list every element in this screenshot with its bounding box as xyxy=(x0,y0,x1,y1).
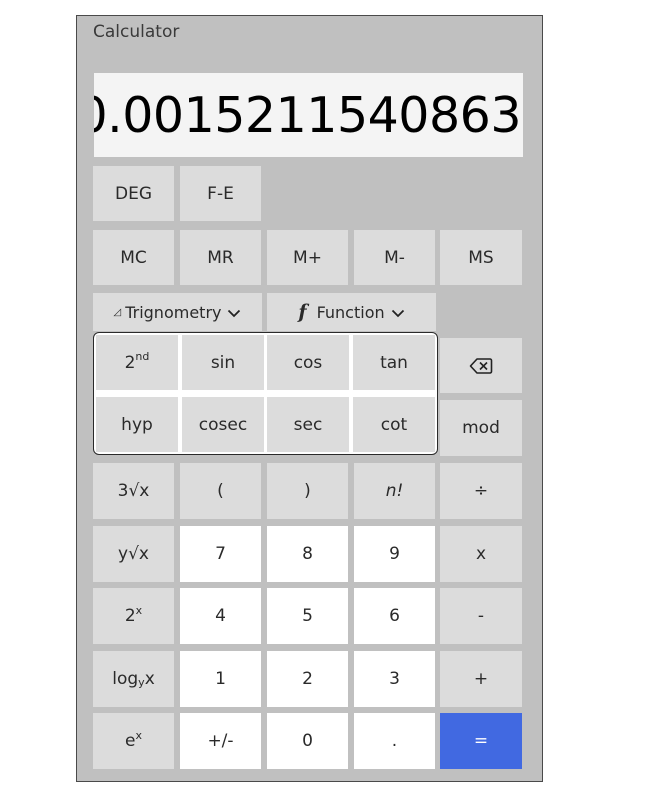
memory-recall-button[interactable]: MR xyxy=(180,230,261,285)
e-power-superscript: x xyxy=(135,728,142,742)
result-display: 0.0015211540863 xyxy=(94,73,523,157)
display-value: 0.0015211540863 xyxy=(94,86,521,144)
function-dropdown[interactable]: f Function xyxy=(267,293,436,331)
two-power-superscript: x xyxy=(135,603,143,617)
trigonometry-dropdown[interactable]: ◿ Trignometry xyxy=(93,293,262,331)
left-paren-button[interactable]: ( xyxy=(180,463,261,519)
chevron-down-icon xyxy=(227,303,241,322)
memory-add-button[interactable]: M+ xyxy=(267,230,348,285)
cot-button[interactable]: cot xyxy=(353,397,435,452)
log-subscript: y xyxy=(138,675,145,689)
sec-button[interactable]: sec xyxy=(267,397,349,452)
function-label: Function xyxy=(316,302,385,322)
digit-9-button[interactable]: 9 xyxy=(354,526,435,582)
fe-button[interactable]: F-E xyxy=(180,166,261,221)
digit-2-button[interactable]: 2 xyxy=(267,651,348,707)
trigonometry-panel: 2nd sin cos tan hyp cosec sec cot xyxy=(93,332,438,455)
deg-button[interactable]: DEG xyxy=(93,166,174,221)
backspace-button[interactable] xyxy=(440,338,522,393)
trigonometry-label: Trignometry xyxy=(125,302,222,322)
chevron-down-icon xyxy=(391,303,405,322)
function-icon: f xyxy=(298,301,307,323)
log-argument: x xyxy=(144,669,155,689)
digit-0-button[interactable]: 0 xyxy=(267,713,348,769)
digit-5-button[interactable]: 5 xyxy=(267,588,348,644)
divide-button[interactable]: ÷ xyxy=(440,463,522,519)
sin-button[interactable]: sin xyxy=(182,335,264,390)
memory-store-button[interactable]: MS xyxy=(440,230,522,285)
factorial-button[interactable]: n! xyxy=(354,463,435,519)
calculator-window: Calculator 0.0015211540863 DEG F-E MC MR… xyxy=(76,15,543,782)
negate-button[interactable]: +/- xyxy=(180,713,261,769)
second-button[interactable]: 2nd xyxy=(96,335,178,390)
tan-button[interactable]: tan xyxy=(353,335,435,390)
add-button[interactable]: + xyxy=(440,651,522,707)
e-power-x-button[interactable]: ex xyxy=(93,713,174,769)
second-base: 2 xyxy=(124,352,136,373)
cube-root-button[interactable]: 3√x xyxy=(93,463,174,519)
digit-1-button[interactable]: 1 xyxy=(180,651,261,707)
window-title: Calculator xyxy=(93,22,180,42)
digit-7-button[interactable]: 7 xyxy=(180,526,261,582)
subtract-button[interactable]: - xyxy=(440,588,522,644)
backspace-icon xyxy=(469,357,493,375)
log-base: log xyxy=(112,669,139,689)
equals-button[interactable]: = xyxy=(440,713,522,769)
memory-subtract-button[interactable]: M- xyxy=(354,230,435,285)
memory-clear-button[interactable]: MC xyxy=(93,230,174,285)
y-root-button[interactable]: y√x xyxy=(93,526,174,582)
digit-4-button[interactable]: 4 xyxy=(180,588,261,644)
cos-button[interactable]: cos xyxy=(267,335,349,390)
mod-button[interactable]: mod xyxy=(440,400,522,456)
two-power-base: 2 xyxy=(124,606,136,626)
second-superscript: nd xyxy=(135,350,150,363)
cosec-button[interactable]: cosec xyxy=(182,397,264,452)
right-paren-button[interactable]: ) xyxy=(267,463,348,519)
multiply-button[interactable]: x xyxy=(440,526,522,582)
digit-6-button[interactable]: 6 xyxy=(354,588,435,644)
log-y-button[interactable]: log y x xyxy=(93,651,174,707)
hyp-button[interactable]: hyp xyxy=(96,397,178,452)
two-power-x-button[interactable]: 2x xyxy=(93,588,174,644)
digit-3-button[interactable]: 3 xyxy=(354,651,435,707)
decimal-button[interactable]: . xyxy=(354,713,435,769)
digit-8-button[interactable]: 8 xyxy=(267,526,348,582)
triangle-icon: ◿ xyxy=(113,306,122,318)
e-power-base: e xyxy=(125,731,136,751)
